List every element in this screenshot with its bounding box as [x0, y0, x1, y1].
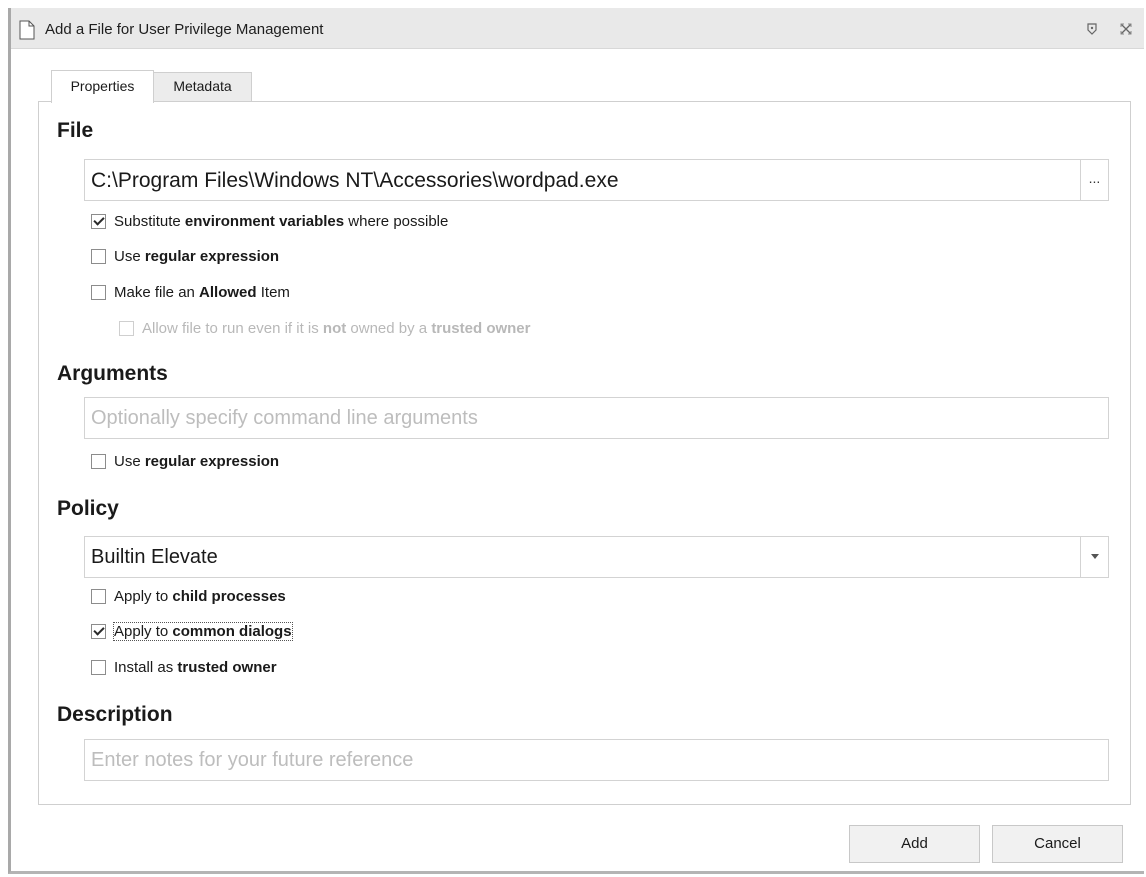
allowed-item-checkbox[interactable] — [91, 285, 106, 300]
arguments-input[interactable]: Optionally specify command line argument… — [84, 397, 1109, 439]
file-path-value: C:\Program Files\Windows NT\Accessories\… — [91, 169, 619, 192]
description-placeholder: Enter notes for your future reference — [91, 749, 414, 771]
document-icon — [19, 20, 35, 40]
file-heading: File — [57, 119, 94, 142]
browse-button[interactable]: ... — [1080, 160, 1108, 200]
policy-select[interactable]: Builtin Elevate — [84, 536, 1109, 578]
description-heading: Description — [57, 703, 173, 726]
policy-selected-value: Builtin Elevate — [91, 546, 218, 568]
cancel-button[interactable]: Cancel — [992, 825, 1123, 863]
dialog-window: Add a File for User Privilege Management… — [8, 8, 1144, 874]
file-use-regex-checkbox[interactable] — [91, 249, 106, 264]
trusted-owner-run-checkbox — [119, 321, 134, 336]
title-bar: Add a File for User Privilege Management — [11, 8, 1144, 49]
description-input[interactable]: Enter notes for your future reference — [84, 739, 1109, 781]
child-processes-checkbox[interactable] — [91, 589, 106, 604]
common-dialogs-checkbox[interactable] — [91, 624, 106, 639]
arguments-use-regex-checkbox[interactable] — [91, 454, 106, 469]
arguments-heading: Arguments — [57, 362, 168, 385]
install-trusted-owner-checkbox[interactable] — [91, 660, 106, 675]
help-icon[interactable] — [1084, 21, 1100, 37]
close-icon[interactable] — [1118, 21, 1134, 37]
substitute-env-checkbox[interactable] — [91, 214, 106, 229]
window-title: Add a File for User Privilege Management — [45, 21, 324, 38]
file-path-field[interactable]: C:\Program Files\Windows NT\Accessories\… — [84, 159, 1109, 201]
tab-metadata[interactable]: Metadata — [153, 72, 252, 101]
arguments-placeholder: Optionally specify command line argument… — [91, 407, 478, 429]
add-button[interactable]: Add — [849, 825, 980, 863]
chevron-down-icon[interactable] — [1080, 537, 1108, 577]
policy-heading: Policy — [57, 497, 119, 520]
tab-properties[interactable]: Properties — [51, 70, 154, 103]
